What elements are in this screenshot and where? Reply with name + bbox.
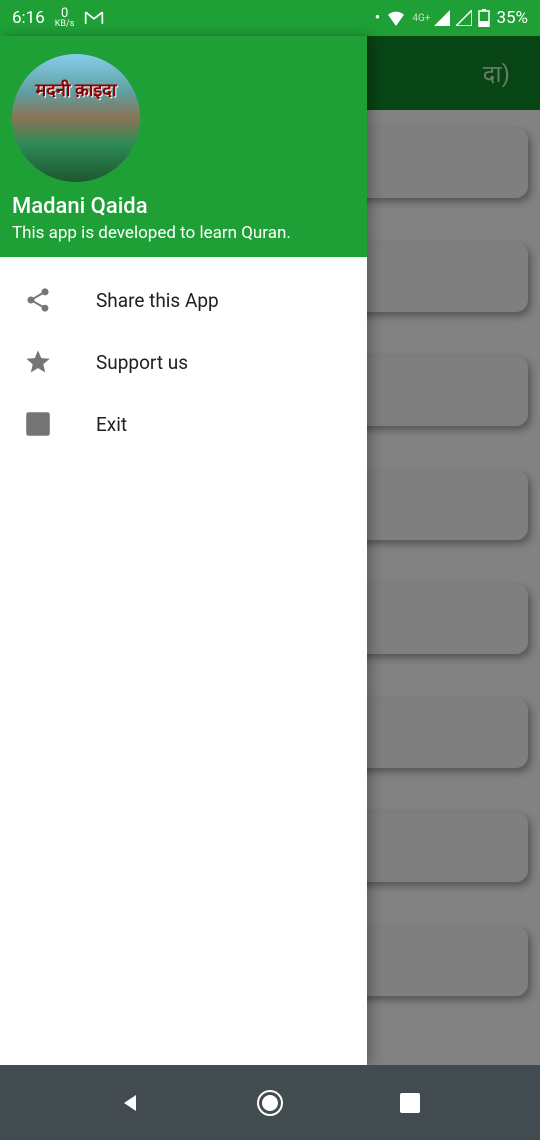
menu-item-share[interactable]: Share this App [0,269,367,331]
app-logo: मदनी क़ाइदा [12,54,140,182]
menu-item-exit[interactable]: Exit [0,393,367,455]
drawer-menu: Share this App Support us Exit [0,257,367,455]
system-navigation-bar [0,1065,540,1140]
star-icon [24,348,52,376]
battery-icon [478,9,490,27]
status-bar: 6:16 0 KB/s • 4G+ [0,0,540,36]
recents-button[interactable] [390,1083,430,1123]
battery-percentage: 35% [496,8,528,28]
home-button[interactable] [250,1083,290,1123]
dot-indicator-icon: • [375,8,381,28]
signal-empty-icon [456,10,472,26]
navigation-drawer: मदनी क़ाइदा Madani Qaida This app is dev… [0,36,367,1065]
gmail-icon [84,10,104,26]
signal-icon [434,10,450,26]
back-button[interactable] [110,1083,150,1123]
drawer-header: मदनी क़ाइदा Madani Qaida This app is dev… [0,36,367,257]
network-speed-indicator: 0 KB/s [55,7,75,29]
share-icon [24,286,52,314]
network-type-label: 4G+ [412,13,430,24]
exit-icon [24,410,52,438]
drawer-subtitle: This app is developed to learn Quran. [12,223,355,243]
status-time: 6:16 [12,8,45,28]
drawer-title: Madani Qaida [12,194,355,219]
wifi-icon [386,10,406,26]
menu-item-label: Support us [96,351,188,374]
menu-item-label: Exit [96,413,127,436]
logo-text: मदनी क़ाइदा [12,78,140,102]
menu-item-label: Share this App [96,289,219,312]
status-left: 6:16 0 KB/s [12,7,104,29]
status-right: • 4G+ 35% [375,8,528,28]
menu-item-support[interactable]: Support us [0,331,367,393]
